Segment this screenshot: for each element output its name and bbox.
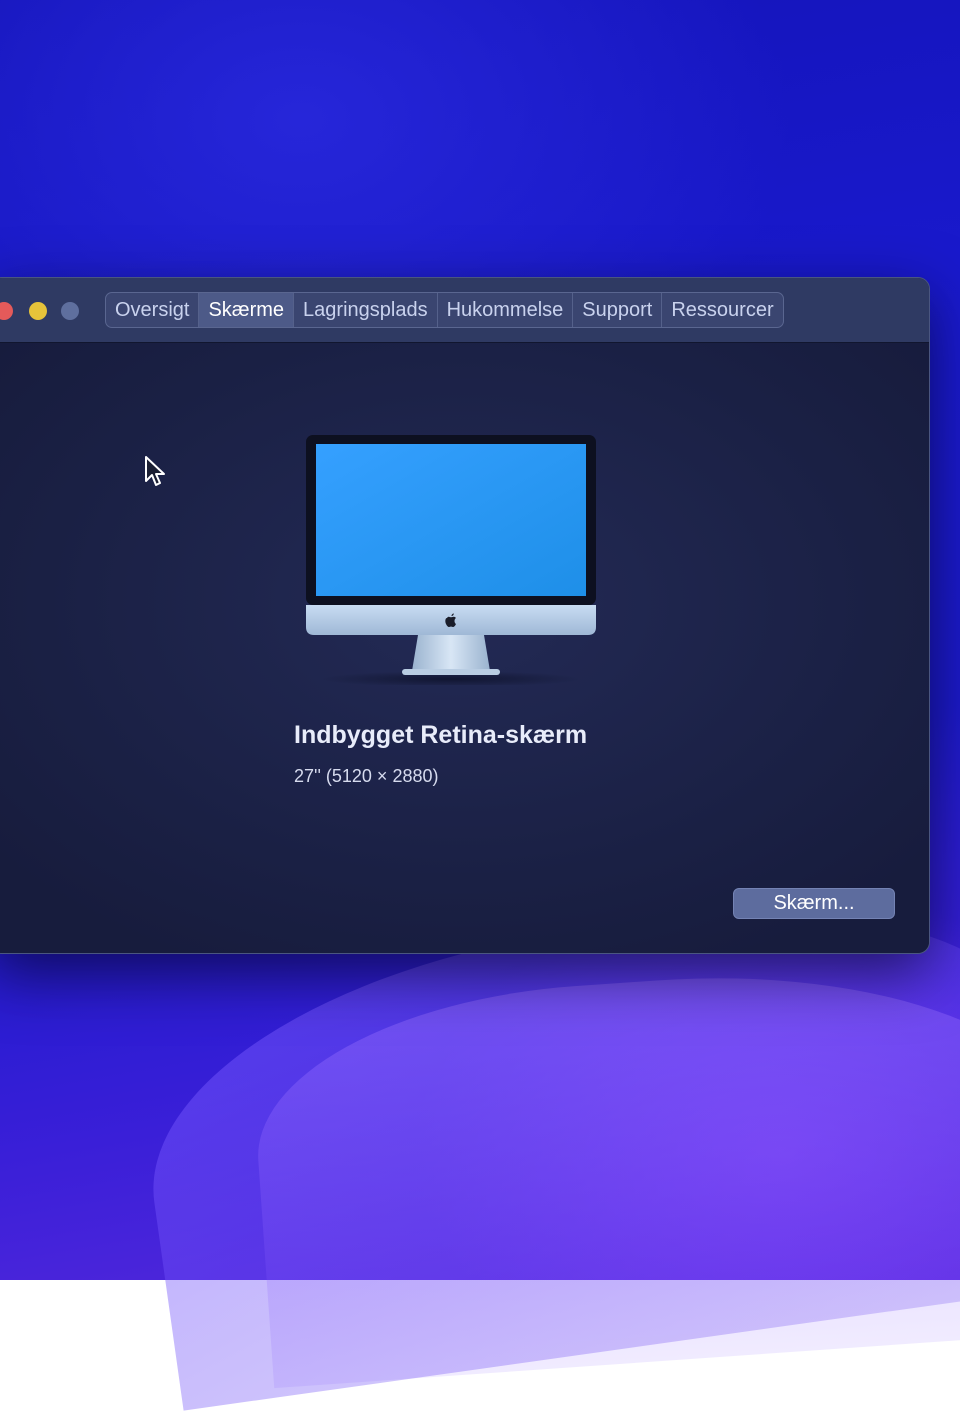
- displays-pane: Indbygget Retina-skærm 27'' (5120 × 2880…: [0, 343, 929, 953]
- close-window-button[interactable]: [0, 302, 13, 320]
- tab-bar: Oversigt Skærme Lagringsplads Hukommelse…: [105, 292, 784, 328]
- tab-lagringsplads[interactable]: Lagringsplads: [294, 293, 438, 327]
- window-titlebar: Oversigt Skærme Lagringsplads Hukommelse…: [0, 278, 929, 343]
- tab-skaerme[interactable]: Skærme: [199, 293, 295, 327]
- tab-hukommelse[interactable]: Hukommelse: [438, 293, 574, 327]
- tab-support[interactable]: Support: [573, 293, 663, 327]
- about-this-mac-window: Oversigt Skærme Lagringsplads Hukommelse…: [0, 277, 930, 954]
- tab-ressourcer[interactable]: Ressourcer: [662, 293, 782, 327]
- display-size-resolution: 27'' (5120 × 2880): [294, 766, 439, 786]
- desktop-background: Oversigt Skærme Lagringsplads Hukommelse…: [0, 0, 960, 1411]
- mouse-pointer-icon: [145, 456, 165, 486]
- imac-display-icon: [306, 435, 596, 685]
- minimize-window-button[interactable]: [29, 302, 47, 320]
- display-settings-button[interactable]: Skærm...: [733, 888, 895, 919]
- tab-oversigt[interactable]: Oversigt: [106, 293, 200, 327]
- display-name: Indbygget Retina-skærm: [294, 721, 588, 749]
- zoom-window-button[interactable]: [61, 302, 79, 320]
